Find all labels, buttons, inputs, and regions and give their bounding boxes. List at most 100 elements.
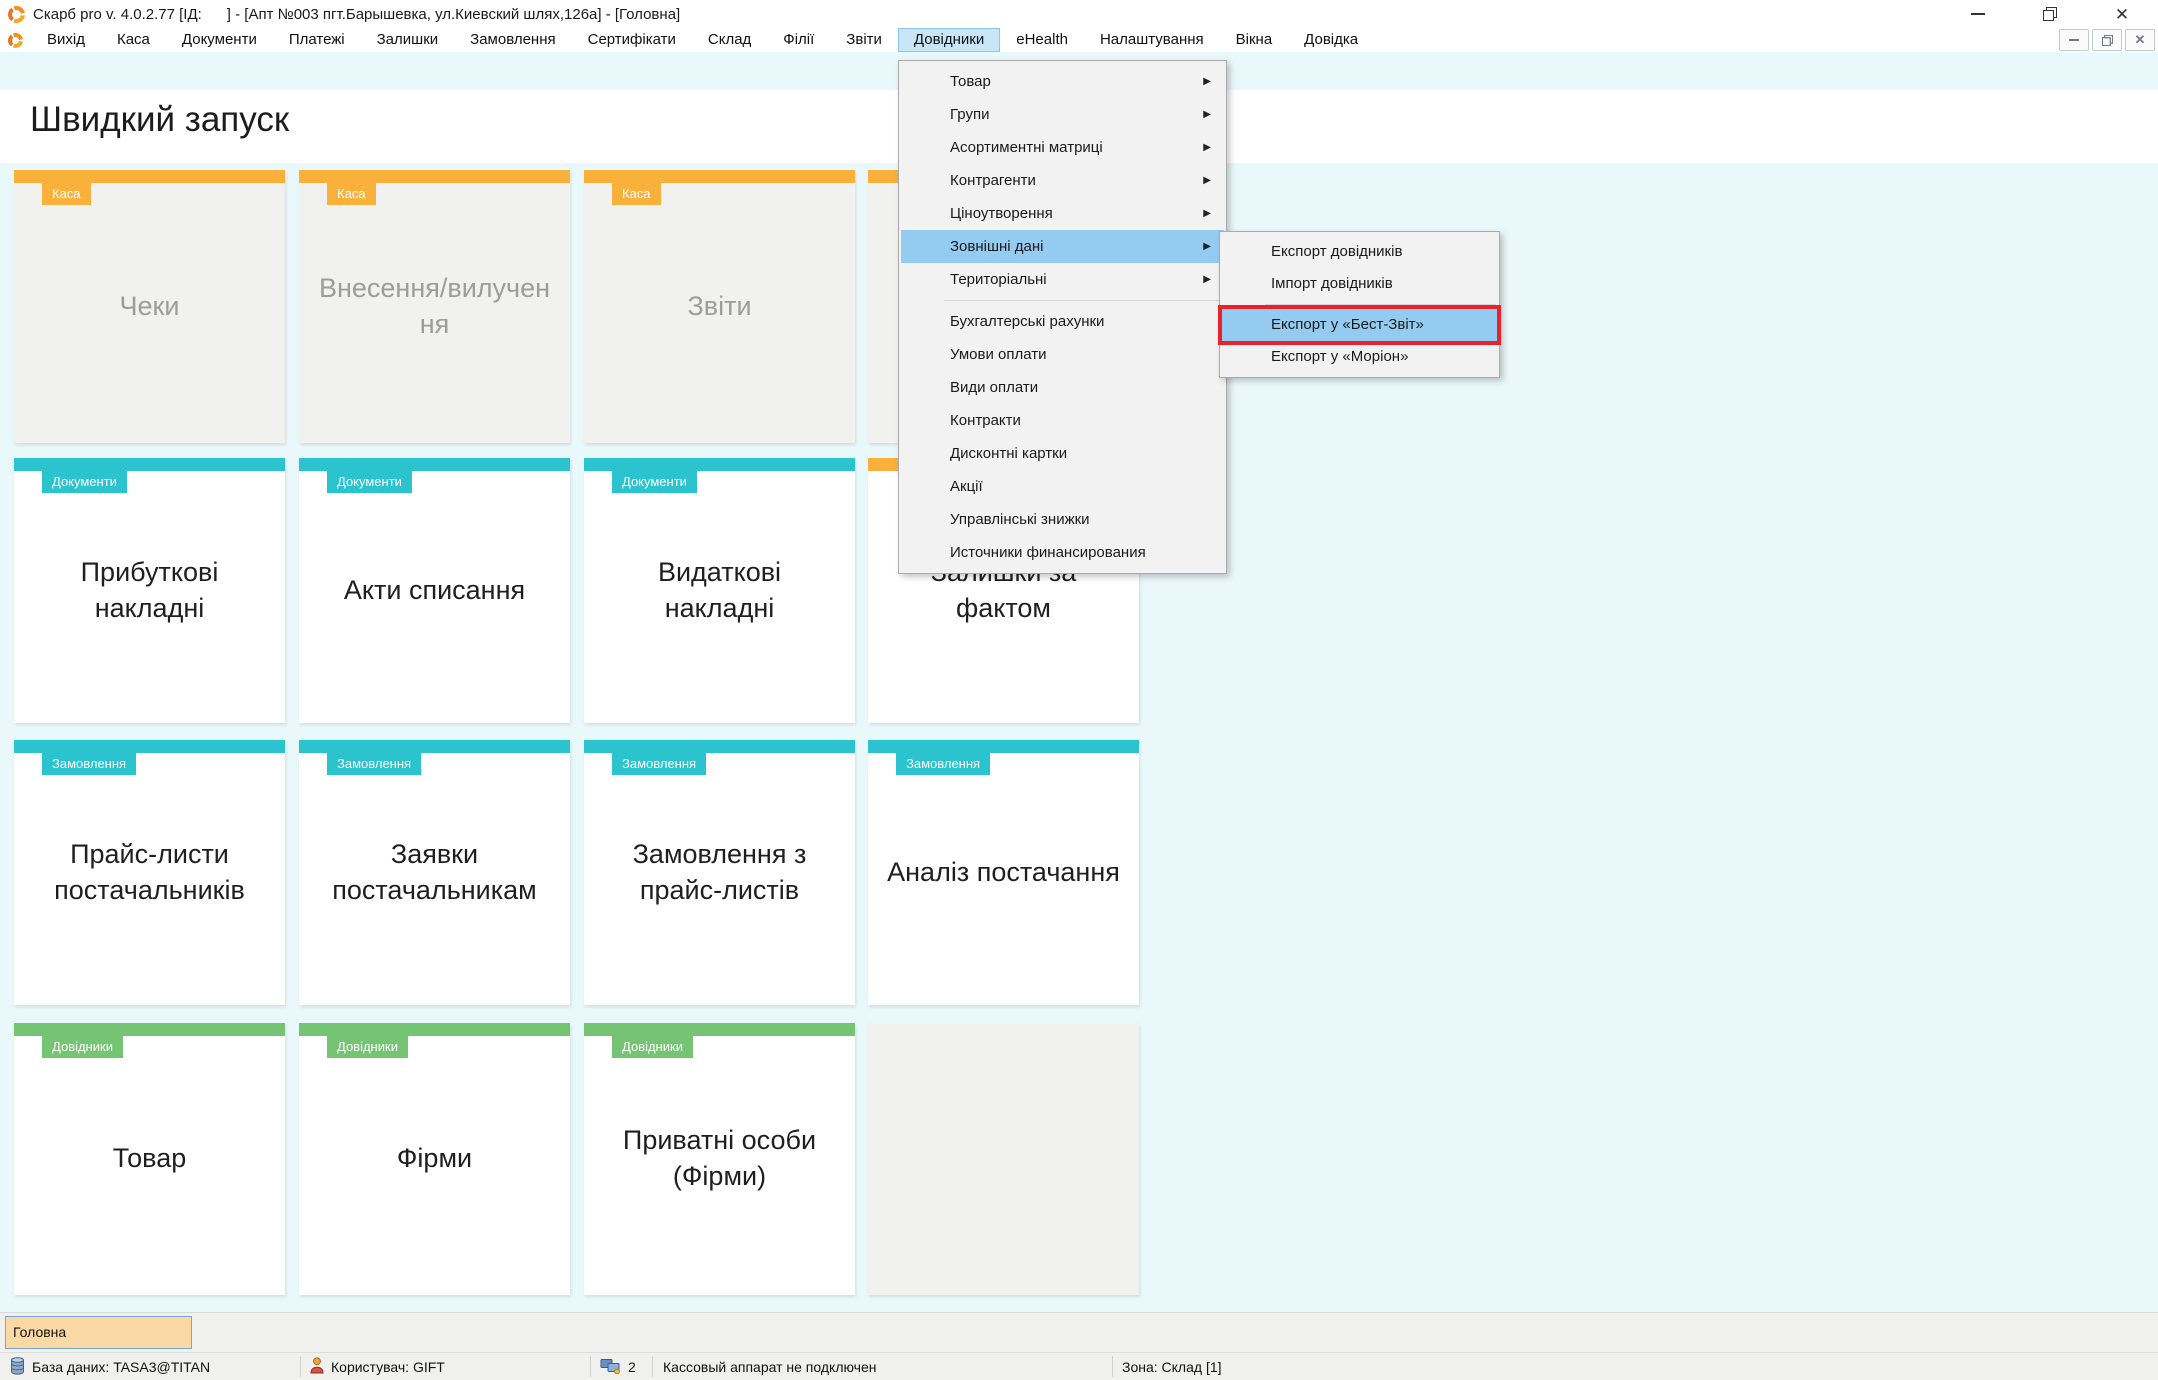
tile-checks[interactable]: Каса Чеки xyxy=(14,170,285,443)
status-zone: Зона: Склад [1] xyxy=(1122,1353,1222,1380)
context-menu-dovidnyky: Товар ▶ Групи ▶ Асортиментні матриці ▶ Контраг… xyxy=(898,60,1227,574)
menubar-item-zalyshky[interactable]: Залишки xyxy=(361,28,455,52)
app-logo-icon xyxy=(8,5,25,23)
tile-goods[interactable]: Довідники Товар xyxy=(14,1023,285,1295)
context-menu-item-zovnishni-dani[interactable]: Зовнішні дані ▶ xyxy=(901,230,1224,263)
status-separator xyxy=(300,1356,301,1377)
tile-label: Заявки постачальникам xyxy=(332,838,537,905)
menubar-item-nalashtuvannia[interactable]: Налаштування xyxy=(1084,28,1220,52)
context-menu-item-tsinoutvorennia[interactable]: Ціноутворення ▶ xyxy=(901,197,1224,230)
tile-label: Замовлення з прайс-листів xyxy=(632,838,807,905)
close-button[interactable]: ✕ xyxy=(2086,0,2158,28)
tile-writeoff-acts[interactable]: Документи Акти списання xyxy=(299,458,570,723)
tile-firms[interactable]: Довідники Фірми xyxy=(299,1023,570,1295)
tile-label: Фірми xyxy=(396,1143,473,1174)
submenu-arrow-icon: ▶ xyxy=(1203,208,1211,219)
mdi-restore-icon xyxy=(2101,34,2113,46)
menubar-item-dovidka[interactable]: Довідка xyxy=(1288,28,1374,52)
context-menu-item-istochniki-finansirovaniya[interactable]: Источники финансирования xyxy=(901,536,1224,569)
status-user-text: Користувач: GIFT xyxy=(331,1359,445,1375)
context-menu-item-kontrakty[interactable]: Контракти xyxy=(901,404,1224,437)
submenu-arrow-icon: ▶ xyxy=(1203,109,1211,120)
status-database-text: База даних: TASA3@TITAN xyxy=(32,1359,211,1375)
menubar-item-zamovlennia[interactable]: Замовлення xyxy=(454,28,571,52)
tile-deposit-withdrawal[interactable]: Каса Внесення/вилучен ня xyxy=(299,170,570,443)
submenu-item-eksport-u-best-zvit[interactable]: Експорт у «Бест-Звіт» xyxy=(1218,305,1501,345)
mdi-minimize-button[interactable] xyxy=(2059,29,2089,51)
submenu-item-eksport-dovidnykiv[interactable]: Експорт довідників xyxy=(1222,236,1497,268)
page-title: Швидкий запуск xyxy=(30,100,290,139)
context-menu-item-bukhhalterski-rakhunky[interactable]: Бухгалтерські рахунки xyxy=(901,305,1224,338)
mdi-minimize-icon xyxy=(2069,39,2079,41)
context-menu-item-upravlinski-znyzhky[interactable]: Управлінські знижки xyxy=(901,503,1224,536)
minimize-button[interactable] xyxy=(1942,0,2014,28)
context-menu-item-tovar[interactable]: Товар ▶ xyxy=(901,65,1224,98)
menubar-item-sklad[interactable]: Склад xyxy=(692,28,767,52)
menubar-item-vikna[interactable]: Вікна xyxy=(1220,28,1289,52)
restore-button[interactable] xyxy=(2014,0,2086,28)
submenu-arrow-icon: ▶ xyxy=(1203,241,1211,252)
tile-income-invoices[interactable]: Документи Прибуткові накладні xyxy=(14,458,285,723)
menubar-logo-icon xyxy=(8,32,23,48)
tile-label: Приватні особи (Фірми) xyxy=(622,1125,817,1191)
menubar-item-kasa[interactable]: Каса xyxy=(101,28,166,52)
status-bar: База даних: TASA3@TITAN Користувач: GIFT 2… xyxy=(0,1352,2158,1380)
menubar: Вихід Каса Документи Платежі Залишки Замовлен… xyxy=(0,28,2158,52)
submenu-zovnishni-dani: Експорт довідників Імпорт довідників Експо… xyxy=(1218,231,1501,378)
titlebar: Скарб pro v. 4.0.2.77 [ІД: ] - [Апт №003… xyxy=(0,0,2158,28)
context-menu-item-umovy-oplaty[interactable]: Умови оплати xyxy=(901,338,1224,371)
cash-registers-icon xyxy=(600,1358,621,1377)
context-menu-item-asortymentni-matrytsi[interactable]: Асортиментні матриці ▶ xyxy=(901,131,1224,164)
tile-label: Видаткові накладні xyxy=(657,556,782,623)
tile-reports[interactable]: Каса Звіти xyxy=(584,170,855,443)
tile-supply-analysis[interactable]: Замовлення Аналіз постачання xyxy=(868,740,1139,1005)
context-menu-item-vydy-oplaty[interactable]: Види оплати xyxy=(901,371,1224,404)
tile-expense-invoices[interactable]: Документи Видаткові накладні xyxy=(584,458,855,723)
tile-label: Товар xyxy=(112,1143,187,1174)
menubar-item-ehealth[interactable]: eHealth xyxy=(1000,28,1084,52)
status-zone-text: Зона: Склад [1] xyxy=(1122,1359,1222,1375)
menubar-item-vykhid[interactable]: Вихід xyxy=(31,28,101,52)
tile-label: Прайс-листи постачальників xyxy=(54,838,245,905)
minimize-icon xyxy=(1971,13,1985,15)
tab-holovna[interactable]: Головна xyxy=(5,1316,192,1349)
submenu-arrow-icon: ▶ xyxy=(1203,274,1211,285)
mdi-close-button[interactable]: ✕ xyxy=(2125,29,2155,51)
menubar-items: Вихід Каса Документи Платежі Залишки Замовлен… xyxy=(31,28,1374,52)
tile-supplier-pricelists[interactable]: Замовлення Прайс-листи постачальників xyxy=(14,740,285,1005)
menubar-item-platezhi[interactable]: Платежі xyxy=(273,28,361,52)
tile-private-persons[interactable]: Довідники Приватні особи (Фірми) xyxy=(584,1023,855,1295)
mdi-restore-button[interactable] xyxy=(2092,29,2122,51)
status-user: Користувач: GIFT xyxy=(310,1353,445,1380)
status-terminals: 2 xyxy=(600,1353,636,1380)
window-controls: ✕ xyxy=(1942,0,2158,28)
app-window: Скарб pro v. 4.0.2.77 [ІД: ] - [Апт №003… xyxy=(0,0,2158,1380)
status-separator xyxy=(652,1356,653,1377)
user-icon xyxy=(310,1357,324,1377)
status-cash-register: Кассовый аппарат не подключен xyxy=(663,1353,877,1380)
menubar-item-sertyfikaty[interactable]: Сертифікати xyxy=(572,28,692,52)
menubar-item-dokumenty[interactable]: Документи xyxy=(166,28,273,52)
menubar-item-dovidnyky[interactable]: Довідники xyxy=(897,28,1001,52)
context-menu-item-terytorialni[interactable]: Територіальні ▶ xyxy=(901,263,1224,296)
tile-label: Прибуткові накладні xyxy=(80,556,219,623)
status-database: База даних: TASA3@TITAN xyxy=(10,1353,210,1380)
submenu-item-eksport-u-morion[interactable]: Експорт у «Моріон» xyxy=(1222,341,1497,373)
context-menu-item-aktsii[interactable]: Акції xyxy=(901,470,1224,503)
menubar-item-filii[interactable]: Філії xyxy=(767,28,830,52)
tile-orders-from-pricelists[interactable]: Замовлення Замовлення з прайс-листів xyxy=(584,740,855,1005)
tile-label: Звіти xyxy=(687,290,752,321)
status-terminals-text: 2 xyxy=(628,1359,636,1375)
tile-empty xyxy=(868,1023,1139,1295)
context-menu-separator xyxy=(944,300,1223,301)
submenu-arrow-icon: ▶ xyxy=(1203,76,1211,87)
context-menu-item-hrupy[interactable]: Групи ▶ xyxy=(901,98,1224,131)
tile-supplier-requests[interactable]: Замовлення Заявки постачальникам xyxy=(299,740,570,1005)
submenu-item-import-dovidnykiv[interactable]: Імпорт довідників xyxy=(1222,268,1497,300)
menubar-item-zvity[interactable]: Звіти xyxy=(830,28,898,52)
tile-label: Акти списання xyxy=(343,574,526,605)
close-icon: ✕ xyxy=(2114,4,2130,24)
submenu-separator xyxy=(1265,304,1496,305)
context-menu-item-dyskontni-kartky[interactable]: Дисконтні картки xyxy=(901,437,1224,470)
context-menu-item-kontrahenty[interactable]: Контрагенти ▶ xyxy=(901,164,1224,197)
